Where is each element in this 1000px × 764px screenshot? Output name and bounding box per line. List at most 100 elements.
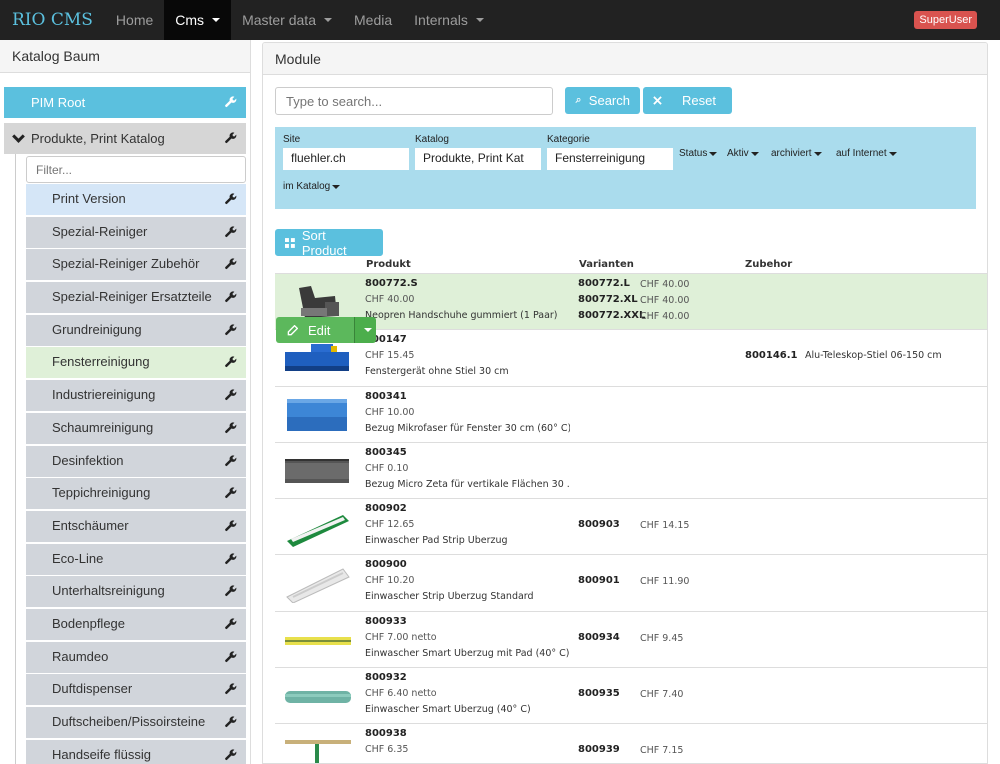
reset-button[interactable]: Reset xyxy=(643,87,732,114)
nav-item-internals[interactable]: Internals xyxy=(403,0,495,40)
tree-node[interactable]: Industriereinigung xyxy=(26,380,246,412)
wrench-icon[interactable] xyxy=(225,716,237,728)
nav-item-label: Internals xyxy=(414,12,468,28)
kategorie-label: Kategorie xyxy=(547,134,590,145)
table-row[interactable]: 800147 CHF 15.45 Fenstergerät ohne Stiel 3… xyxy=(275,329,987,385)
edit-button[interactable]: Edit xyxy=(276,317,354,343)
tree-filter-input[interactable] xyxy=(26,156,246,183)
variant-price: CHF 40.00 xyxy=(640,279,690,290)
nav-item-home[interactable]: Home xyxy=(105,0,164,40)
archiviert-dropdown[interactable]: archiviert xyxy=(771,148,822,159)
im-katalog-dropdown[interactable]: im Katalog xyxy=(283,181,341,192)
product-thumbnail xyxy=(287,515,349,548)
table-row[interactable]: 800341 CHF 10.00 Bezug Mikrofaser für Fens… xyxy=(275,385,987,442)
tree-node-label: Spezial-Reiniger Ersatzteile xyxy=(52,289,212,305)
wrench-icon[interactable] xyxy=(225,454,237,467)
tree-node[interactable]: Print Version xyxy=(26,184,246,215)
tree-node-label: Fensterreinigung xyxy=(52,354,150,370)
tree-node-produkte[interactable]: Produkte, Print Katalog xyxy=(4,123,246,154)
tree-node-label: Grundreinigung xyxy=(52,321,142,337)
edit-dropdown-toggle[interactable] xyxy=(354,317,376,343)
table-row[interactable]: 800900 CHF 10.20 Einwascher Strip Überzug … xyxy=(275,554,987,610)
nav-item-master-data[interactable]: Master data xyxy=(231,0,343,40)
product-description: Bezug Mikrofaser für Fenster 30 cm (60° … xyxy=(365,422,570,434)
table-row[interactable]: 800772.S CHF 40.00 Neopren Handschuhe gumm… xyxy=(275,273,987,330)
wrench-icon[interactable] xyxy=(225,389,237,401)
wrench-icon[interactable] xyxy=(225,618,237,630)
variant-code: 800903 xyxy=(578,519,620,531)
tree-node[interactable]: Unterhaltsreinigung xyxy=(26,576,246,608)
tree-node[interactable]: Duftdispenser xyxy=(26,674,246,706)
auf-internet-label: auf Internet xyxy=(836,148,887,159)
tree-node-pim-root[interactable]: PIM Root xyxy=(4,87,246,118)
table-row[interactable]: 800938 CHF 6.35 800939 CHF 7.15 xyxy=(275,723,987,763)
chevron-down-icon[interactable] xyxy=(12,130,25,143)
table-row[interactable]: 800932 CHF 6.40 netto Einwascher Smart Übe… xyxy=(275,667,987,723)
tree-node-label: Eco-Line xyxy=(52,550,104,566)
search-button[interactable]: Search xyxy=(565,87,640,114)
wrench-icon[interactable] xyxy=(225,356,237,368)
tree-node-label: Teppichreinigung xyxy=(52,485,151,501)
tree-node[interactable]: Fensterreinigung xyxy=(26,347,246,379)
auf-internet-dropdown[interactable]: auf Internet xyxy=(836,148,897,159)
tree-node[interactable]: Handseife flüssig xyxy=(26,739,246,764)
tree-node[interactable]: Spezial-Reiniger xyxy=(26,216,246,248)
wrench-icon[interactable] xyxy=(225,585,237,597)
product-price: CHF 40.00 xyxy=(365,294,415,305)
tree-node[interactable]: Entschäumer xyxy=(26,510,246,542)
wrench-icon[interactable] xyxy=(225,683,237,695)
wrench-icon[interactable] xyxy=(225,520,237,532)
tree-node[interactable]: Raumdeo xyxy=(26,641,246,673)
tree-node[interactable]: Spezial-Reiniger Ersatzteile xyxy=(26,282,246,314)
variant-price: CHF 14.15 xyxy=(640,520,690,532)
wrench-icon[interactable] xyxy=(225,258,237,270)
wrench-icon[interactable] xyxy=(225,553,237,565)
tree-node-label: Duftdispenser xyxy=(52,681,133,697)
wrench-icon[interactable] xyxy=(225,226,237,238)
product-code: 800932 xyxy=(365,672,407,684)
product-description: Fenstergerät ohne Stiel 30 cm xyxy=(365,366,509,378)
table-row[interactable]: 800933 CHF 7.00 netto Einwascher Smart Übe… xyxy=(275,610,987,667)
caret-down-icon xyxy=(332,184,341,189)
status-dropdown[interactable]: Status xyxy=(679,148,718,159)
brand-logo[interactable]: RIO CMS xyxy=(0,0,105,40)
tree-node[interactable]: Grundreinigung xyxy=(26,314,246,346)
variant-code: 800935 xyxy=(578,688,620,700)
accessory-description: Alu-Teleskop-Stiel 06-150 cm xyxy=(805,350,942,362)
wrench-icon[interactable] xyxy=(225,193,237,205)
wrench-icon[interactable] xyxy=(225,651,237,663)
tree-node-label: Industriereinigung xyxy=(52,387,156,403)
tree-node[interactable]: Desinfektion xyxy=(26,445,246,477)
tree-node[interactable]: Spezial-Reiniger Zubehör xyxy=(26,249,246,281)
kategorie-field[interactable]: Fensterreinigung xyxy=(547,148,673,170)
product-description: Einwascher Strip Überzug Standard xyxy=(365,591,534,603)
aktiv-dropdown[interactable]: Aktiv xyxy=(727,148,759,159)
variant-code: 800939 xyxy=(578,744,620,756)
tree-node[interactable]: Bodenpflege xyxy=(26,608,246,640)
tree-node[interactable]: Schaumreinigung xyxy=(26,412,246,444)
wrench-icon[interactable] xyxy=(225,749,237,761)
table-row[interactable]: 800345 CHF 0.10 Bezug Micro Zeta für verti… xyxy=(275,441,987,498)
table-row[interactable]: 800902 CHF 12.65 Einwascher Pad Strip Über… xyxy=(275,498,987,554)
tree-node-label: Spezial-Reiniger xyxy=(52,223,148,239)
nav-item-media[interactable]: Media xyxy=(343,0,403,40)
wrench-icon[interactable] xyxy=(225,132,237,144)
product-price: CHF 15.45 xyxy=(365,350,415,362)
variant-code: 800934 xyxy=(578,631,620,643)
wrench-icon[interactable] xyxy=(225,324,237,336)
sort-product-button[interactable]: Sort Product xyxy=(275,228,383,258)
nav-item-cms[interactable]: Cms xyxy=(164,0,232,40)
product-thumbnail xyxy=(285,458,349,483)
wrench-icon[interactable] xyxy=(225,291,237,303)
wrench-icon[interactable] xyxy=(225,422,237,434)
wrench-icon[interactable] xyxy=(225,96,237,108)
user-badge[interactable]: SuperUser xyxy=(914,11,977,29)
wrench-icon[interactable] xyxy=(225,487,237,499)
tree-node[interactable]: Duftscheiben/Pissoirsteine xyxy=(26,707,246,738)
caret-down-icon xyxy=(709,151,718,156)
tree-node[interactable]: Teppichreinigung xyxy=(26,478,246,510)
katalog-field[interactable]: Produkte, Print Kat xyxy=(415,148,541,170)
site-field[interactable]: fluehler.ch xyxy=(283,148,409,170)
search-input[interactable] xyxy=(275,87,553,115)
tree-node[interactable]: Eco-Line xyxy=(26,543,246,575)
